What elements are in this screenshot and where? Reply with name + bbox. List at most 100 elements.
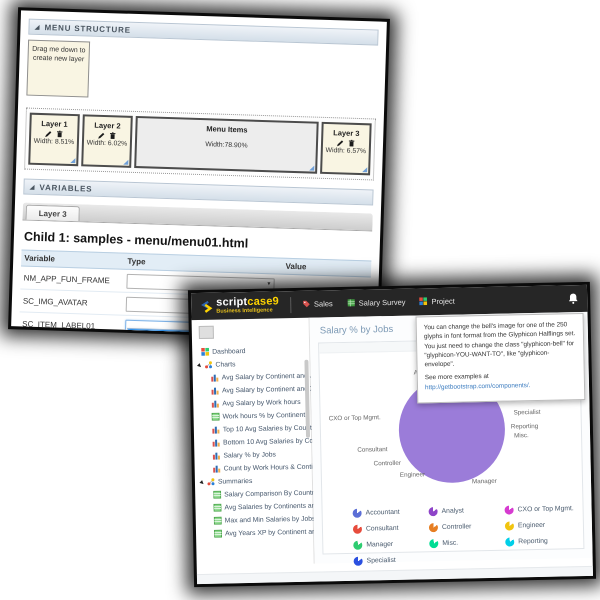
pie-icon (353, 508, 362, 517)
legend-item[interactable]: Engineer (505, 516, 581, 534)
scriptcase-dashboard-window: scriptcase9 Business Intelligence Sales S… (191, 285, 593, 584)
nav-item-salary-survey[interactable]: Salary Survey (347, 297, 406, 308)
table-icon (214, 529, 222, 539)
pie-icon (505, 521, 514, 530)
pie-icon (505, 537, 514, 546)
pie-slice-label: Engineer (400, 471, 425, 479)
dashboard-icon (201, 347, 209, 357)
pie-slice-label: Controller (374, 460, 401, 468)
pie-slice-label: Consultant (357, 446, 387, 454)
col-header: Variable (24, 254, 127, 266)
collapse-icon[interactable] (34, 24, 39, 29)
pie-slice-label: Reporting (511, 423, 538, 431)
menu-items-box[interactable]: Menu ItemsWidth:78.90% (134, 116, 319, 174)
header-divider (290, 297, 291, 313)
nav-item-sales[interactable]: Sales (302, 299, 333, 310)
tree-expand-icon[interactable]: ▶ (196, 362, 203, 369)
bar-icon (211, 386, 219, 396)
menu-editor-window: MENU STRUCTURE Drag me down to create ne… (11, 10, 387, 337)
resize-handle-icon[interactable] (123, 160, 128, 165)
bar-icon (213, 464, 221, 474)
nodes-icon (204, 360, 212, 370)
sidebar-tree: Dashboard▶ChartsAvg Salary by Continent … (197, 344, 313, 541)
legend-item[interactable]: Controller (429, 518, 505, 536)
bell-icon (568, 293, 578, 304)
brand-tagline: Business Intelligence (216, 308, 279, 315)
legend-item[interactable]: Consultant (353, 519, 429, 537)
bar-icon (212, 451, 220, 461)
tooltip-text: You can change the bell's image for one … (424, 320, 577, 370)
pie-icon (353, 524, 362, 533)
table-icon (213, 490, 221, 500)
pie-icon (505, 505, 514, 514)
bar-icon (212, 425, 220, 435)
col-header: Type (127, 257, 285, 271)
edit-pencil-icon[interactable] (98, 132, 105, 139)
bar-icon (211, 399, 219, 409)
tag-red-icon (302, 299, 310, 309)
tab-layer-3[interactable]: Layer 3 (25, 205, 79, 222)
variable-name: NM_APP_FUN_FRAME (24, 273, 127, 285)
resize-handle-icon[interactable] (309, 165, 314, 170)
layers-strip: Layer 1Width: 8.51%Layer 2Width: 6.02%Me… (24, 108, 376, 181)
pie-slice-label: Misc. (514, 432, 529, 439)
legend-item[interactable]: Analyst (428, 502, 504, 520)
edit-pencil-icon[interactable] (337, 139, 344, 146)
layer-box[interactable]: Layer 3Width: 6.57% (320, 122, 372, 176)
resize-handle-icon[interactable] (70, 158, 75, 163)
scriptcase-logo[interactable]: scriptcase9 Business Intelligence (200, 296, 279, 315)
legend-item[interactable]: Specialist (353, 551, 429, 569)
pie-icon (429, 539, 438, 548)
pie-icon (353, 540, 362, 549)
legend-item[interactable]: Reporting (505, 532, 581, 550)
variables-header[interactable]: VARIABLES (23, 178, 373, 205)
legend-item[interactable]: CXO or Top Mgmt. (504, 500, 580, 518)
bar-icon (212, 438, 220, 448)
pie-slice-label: CXO or Top Mgmt. (329, 414, 381, 422)
col-header: Value (285, 262, 368, 274)
bootstrap-components-link[interactable]: http://getbootstrap.com/components/. (425, 382, 531, 391)
pie-icon (429, 507, 438, 516)
bell-tooltip: You can change the bell's image for one … (416, 313, 586, 403)
variables-title: VARIABLES (39, 182, 92, 193)
value-cell[interactable] (285, 286, 368, 289)
layer-box[interactable]: Layer 1Width: 8.51% (28, 113, 80, 167)
sidebar: Dashboard▶ChartsAvg Salary by Continent … (192, 318, 315, 566)
legend-item[interactable]: Accountant (352, 503, 428, 521)
variable-name: SC_IMG_AVATAR (23, 296, 126, 308)
nav-item-project[interactable]: Project (419, 296, 455, 307)
drag-new-layer-box[interactable]: Drag me down to create new layer (26, 40, 90, 98)
chart-legend: AccountantAnalystCXO or Top Mgmt. Consult… (322, 500, 583, 569)
table-icon (213, 503, 221, 513)
legend-item[interactable]: Misc. (429, 534, 505, 552)
sidebar-toggle-button[interactable] (199, 326, 214, 339)
sidebar-item[interactable]: Avg Years XP by Continent and Job (201, 526, 313, 541)
collapse-icon[interactable] (29, 184, 34, 189)
bar-icon (211, 373, 219, 383)
layer-box[interactable]: Layer 2Width: 6.02% (81, 114, 133, 168)
window-footer (197, 566, 593, 584)
layer-tabs: Layer 3 (22, 202, 372, 231)
trash-icon[interactable] (348, 140, 355, 147)
scriptcase-logo-icon (200, 299, 213, 313)
table-icon (211, 412, 219, 422)
legend-item[interactable]: Manager (353, 535, 429, 553)
table-icon (214, 516, 222, 526)
resize-handle-icon[interactable] (362, 167, 367, 172)
pie-slice-label: Specialist (514, 409, 541, 417)
pie-icon (354, 556, 363, 565)
menu-structure-title: MENU STRUCTURE (44, 23, 131, 35)
edit-pencil-icon[interactable] (45, 130, 52, 137)
tooltip-text: See more examples athttp://getbootstrap.… (425, 371, 577, 393)
notifications-button[interactable] (568, 293, 578, 304)
trash-icon[interactable] (56, 130, 63, 137)
grid-multicolor-icon (419, 297, 427, 307)
variable-name: SC_ITEM_LABEL01 (22, 319, 125, 331)
pie-icon (429, 523, 438, 532)
tree-expand-icon[interactable]: ▶ (198, 479, 205, 486)
nodes-icon (207, 477, 215, 487)
pie-slice-label: Manager (472, 478, 497, 486)
type-select[interactable] (127, 273, 275, 293)
trash-icon[interactable] (109, 132, 116, 139)
grid-green-icon (347, 298, 355, 308)
